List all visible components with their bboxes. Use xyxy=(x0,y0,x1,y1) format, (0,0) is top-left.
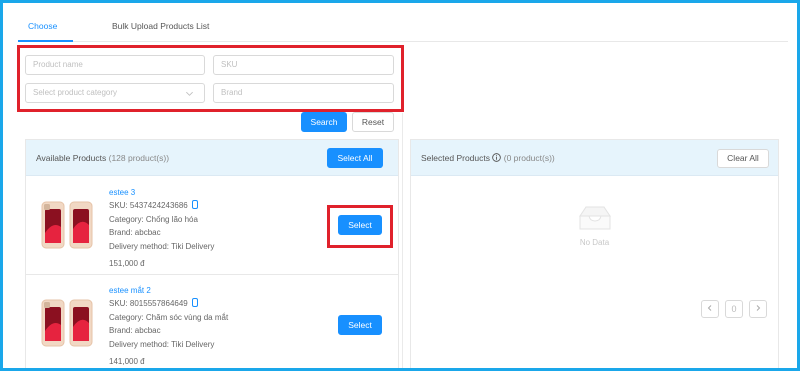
phone-image-icon xyxy=(41,201,93,249)
product-name[interactable]: estee mắt 2 xyxy=(109,284,228,297)
chevron-right-icon xyxy=(756,305,761,311)
product-row: estee 3 SKU: 5437424243686 Category: Chố… xyxy=(26,177,398,275)
product-delivery-method: Delivery method: Tiki Delivery xyxy=(109,339,215,349)
product-price: 151,000 đ xyxy=(109,259,145,269)
selected-title-text: Selected Products xyxy=(421,153,490,163)
product-sku: SKU: 8015557864649 xyxy=(109,297,228,310)
product-price: 141,000 đ xyxy=(109,357,145,367)
next-page-button[interactable] xyxy=(749,300,767,318)
copy-icon[interactable] xyxy=(191,298,198,308)
search-button[interactable]: Search xyxy=(301,112,347,132)
product-sku-text: SKU: 5437424243686 xyxy=(109,201,188,211)
product-image xyxy=(36,297,100,349)
selected-products-panel: Selected Products (0 product(s)) Clear A… xyxy=(410,139,779,368)
product-sku: SKU: 5437424243686 xyxy=(109,199,214,212)
available-products-header: Available Products (128 product(s)) Sele… xyxy=(26,140,398,176)
tab-bar: Choose Bulk Upload Products List xyxy=(18,14,788,42)
available-products-title: Available Products (128 product(s)) xyxy=(36,153,169,163)
product-brand: Brand: abcbac xyxy=(109,326,161,336)
copy-icon[interactable] xyxy=(191,200,198,210)
empty-state xyxy=(411,204,778,234)
product-category: Category: Chống lão hóa xyxy=(109,214,198,224)
empty-box-icon xyxy=(578,206,611,230)
no-data-label: No Data xyxy=(579,238,610,247)
filter-highlight-box xyxy=(17,45,404,112)
tab-choose[interactable]: Choose xyxy=(28,21,57,31)
selected-products-title: Selected Products (0 product(s)) xyxy=(421,153,555,163)
available-products-panel: Available Products (128 product(s)) Sele… xyxy=(25,139,399,368)
reset-button[interactable]: Reset xyxy=(352,112,394,132)
select-all-button[interactable]: Select All xyxy=(327,148,383,168)
product-row: estee mắt 2 SKU: 8015557864649 Category:… xyxy=(26,275,398,368)
product-delivery-method: Delivery method: Tiki Delivery xyxy=(109,241,215,251)
tab-bulk-upload[interactable]: Bulk Upload Products List xyxy=(112,21,209,31)
clear-all-button[interactable]: Clear All xyxy=(717,149,769,168)
page-number[interactable]: 0 xyxy=(725,300,743,318)
column-divider xyxy=(402,113,403,368)
product-name[interactable]: estee 3 xyxy=(109,186,214,199)
chevron-left-icon xyxy=(707,305,712,311)
selected-products-header: Selected Products (0 product(s)) Clear A… xyxy=(411,140,778,176)
info-icon[interactable] xyxy=(492,153,502,162)
prev-page-button[interactable] xyxy=(701,300,719,318)
product-image xyxy=(36,199,100,251)
product-info: estee mắt 2 SKU: 8015557864649 Category:… xyxy=(109,284,228,368)
product-category: Category: Chăm sóc vùng da mắt xyxy=(109,312,229,322)
product-brand: Brand: abcbac xyxy=(109,228,161,238)
active-tab-indicator xyxy=(18,40,73,42)
app-frame: Choose Bulk Upload Products List Product… xyxy=(0,0,800,371)
phone-image-icon xyxy=(41,299,93,347)
select-highlight-box xyxy=(327,205,393,248)
available-count: (128 product(s)) xyxy=(108,153,170,163)
available-title-text: Available Products xyxy=(36,153,107,163)
select-product-button[interactable]: Select xyxy=(338,315,382,335)
product-info: estee 3 SKU: 5437424243686 Category: Chố… xyxy=(109,186,214,270)
selected-count: (0 product(s)) xyxy=(503,153,555,163)
product-sku-text: SKU: 8015557864649 xyxy=(109,299,188,309)
